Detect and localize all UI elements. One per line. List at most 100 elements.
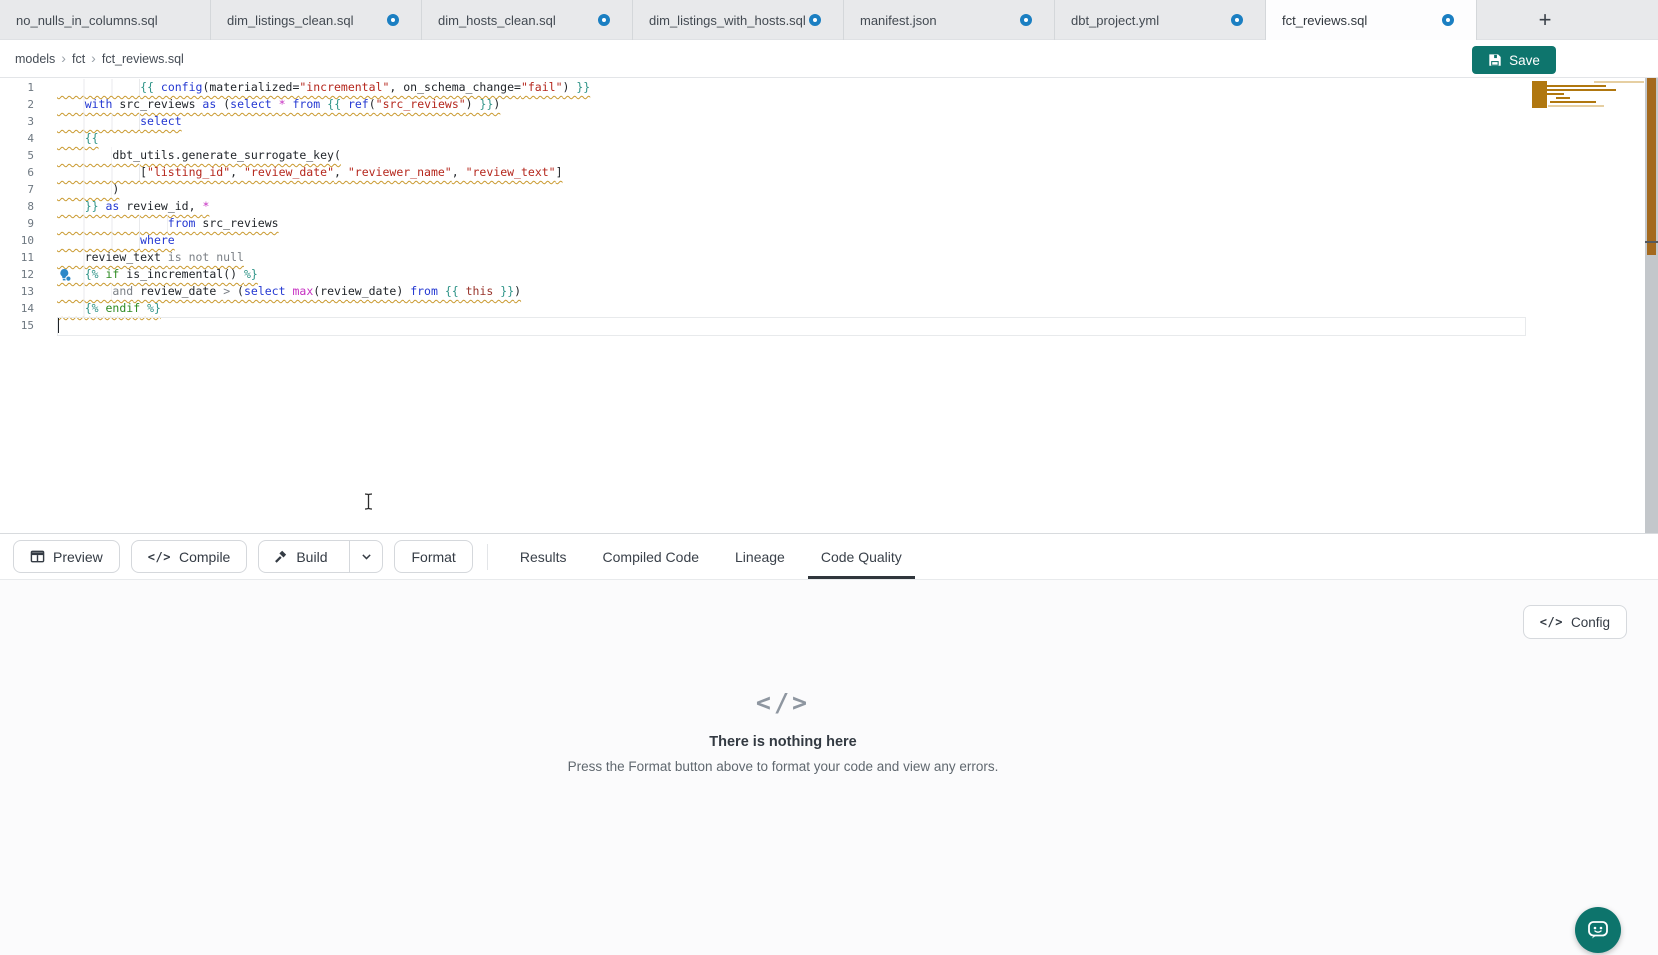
preview-button[interactable]: Preview <box>13 540 120 573</box>
line-number: 14 <box>0 300 34 317</box>
breadcrumb-chevron-icon: › <box>61 50 66 66</box>
unsaved-changes-dot <box>598 14 610 26</box>
minimap-code-row <box>1594 81 1644 83</box>
compile-button[interactable]: </> Compile <box>131 540 248 573</box>
code-editor[interactable]: 1 {{ config(materialized="incremental", … <box>0 78 1658 533</box>
code-line[interactable]: 11 review_text is not null <box>0 249 1658 266</box>
save-button[interactable]: Save <box>1472 46 1556 74</box>
results-tab-results[interactable]: Results <box>520 534 567 579</box>
plus-icon: + <box>1539 7 1552 33</box>
minimap-code-row <box>1556 97 1570 99</box>
code-quality-panel: </> Config </> There is nothing here Pre… <box>0 580 1658 955</box>
breadcrumb-item[interactable]: fct <box>72 52 85 66</box>
minimap[interactable] <box>1532 78 1645 114</box>
breadcrumb: models›fct›fct_reviews.sql <box>15 50 184 68</box>
line-number: 11 <box>0 249 34 266</box>
file-tab[interactable]: dim_listings_clean.sql <box>211 0 422 40</box>
lightbulb-action-icon[interactable] <box>58 268 72 282</box>
line-number: 5 <box>0 147 34 164</box>
results-tab-code-quality[interactable]: Code Quality <box>821 534 902 579</box>
code-content: ) <box>57 182 119 196</box>
code-line[interactable]: 2 with src_reviews as (select * from {{ … <box>0 96 1658 113</box>
compile-label: Compile <box>179 549 230 565</box>
line-number: 8 <box>0 198 34 215</box>
empty-state-subtitle: Press the Format button above to format … <box>0 759 1566 774</box>
code-text: select <box>57 113 182 130</box>
file-tab[interactable]: no_nulls_in_columns.sql <box>0 0 211 40</box>
code-content: with src_reviews as (select * from {{ re… <box>57 97 500 111</box>
format-button[interactable]: Format <box>394 540 472 573</box>
editor-scrollbar[interactable] <box>1645 78 1658 533</box>
code-content: select <box>57 114 182 128</box>
code-line[interactable]: 14 {% endif %} <box>0 300 1658 317</box>
line-number: 6 <box>0 164 34 181</box>
code-content: and review_date > (select max(review_dat… <box>57 284 521 298</box>
overview-ruler-warnings <box>1647 78 1656 255</box>
toolbar-divider <box>487 544 488 570</box>
code-line[interactable]: 7 ) <box>0 181 1658 198</box>
save-label: Save <box>1509 53 1540 68</box>
code-text: {{ <box>57 130 99 147</box>
minimap-code-row <box>1544 89 1616 91</box>
results-tab-lineage[interactable]: Lineage <box>735 534 785 579</box>
code-line[interactable]: 12 {% if is_incremental() %} <box>0 266 1658 283</box>
config-button[interactable]: </> Config <box>1523 605 1627 639</box>
line-number: 2 <box>0 96 34 113</box>
code-content: {{ config(materialized="incremental", on… <box>57 80 590 94</box>
chat-bubble-icon <box>1586 918 1610 942</box>
breadcrumb-bar: models›fct›fct_reviews.sql <box>0 40 1658 78</box>
code-line[interactable]: 6 ["listing_id", "review_date", "reviewe… <box>0 164 1658 181</box>
breadcrumb-item[interactable]: models <box>15 52 55 66</box>
code-line[interactable]: 5 dbt_utils.generate_surrogate_key( <box>0 147 1658 164</box>
file-tab[interactable]: dim_listings_with_hosts.sql <box>633 0 844 40</box>
tab-strip: no_nulls_in_columns.sql dim_listings_clea… <box>0 0 1477 39</box>
line-number: 15 <box>0 317 34 334</box>
build-button[interactable]: Build <box>259 541 341 572</box>
new-tab-button[interactable]: + <box>1524 0 1566 40</box>
save-floppy-icon <box>1488 53 1502 67</box>
file-tab-label: dbt_project.yml <box>1071 13 1159 28</box>
line-number: 1 <box>0 79 34 96</box>
code-text: }} as review_id, * <box>57 198 209 215</box>
code-line[interactable]: 8 }} as review_id, * <box>0 198 1658 215</box>
file-tab[interactable]: fct_reviews.sql <box>1266 0 1477 40</box>
file-tab-label: no_nulls_in_columns.sql <box>16 13 158 28</box>
overview-ruler-tick <box>1645 241 1658 243</box>
minimap-code-row <box>1540 85 1606 87</box>
code-content: from src_reviews <box>57 216 279 230</box>
code-text: where <box>57 232 175 249</box>
build-dropdown-button[interactable] <box>349 541 382 572</box>
table-icon <box>30 549 45 564</box>
empty-state-title: There is nothing here <box>0 734 1566 750</box>
code-content: where <box>57 233 175 247</box>
file-tab[interactable]: manifest.json <box>844 0 1055 40</box>
code-line[interactable]: 9 from src_reviews <box>0 215 1658 232</box>
code-content: {{ <box>57 131 99 145</box>
code-line[interactable]: 10 where <box>0 232 1658 249</box>
file-tab[interactable]: dbt_project.yml <box>1055 0 1266 40</box>
hammer-icon <box>273 549 288 564</box>
line-number: 13 <box>0 283 34 300</box>
preview-label: Preview <box>53 549 103 565</box>
code-text: ["listing_id", "review_date", "reviewer_… <box>57 164 563 181</box>
code-line[interactable]: 13 and review_date > (select max(review_… <box>0 283 1658 300</box>
code-line[interactable]: 3 select <box>0 113 1658 130</box>
file-tab[interactable]: dim_hosts_clean.sql <box>422 0 633 40</box>
chat-assistant-button[interactable] <box>1575 907 1621 953</box>
results-tab-compiled-code[interactable]: Compiled Code <box>603 534 700 579</box>
code-lines: 1 {{ config(materialized="incremental", … <box>0 78 1658 334</box>
line-number: 7 <box>0 181 34 198</box>
code-brackets-icon: </> <box>148 550 171 564</box>
line-number: 3 <box>0 113 34 130</box>
file-tab-label: dim_listings_with_hosts.sql <box>649 13 806 28</box>
text-caret <box>57 318 59 333</box>
code-content: dbt_utils.generate_surrogate_key( <box>57 148 341 162</box>
unsaved-changes-dot <box>1020 14 1032 26</box>
chevron-down-icon <box>360 550 373 563</box>
code-line[interactable]: 1 {{ config(materialized="incremental", … <box>0 79 1658 96</box>
file-tab-bar: no_nulls_in_columns.sql dim_listings_clea… <box>0 0 1658 40</box>
code-line[interactable]: 15 <box>0 317 1658 334</box>
breadcrumb-item[interactable]: fct_reviews.sql <box>102 52 184 66</box>
code-line[interactable]: 4 {{ <box>0 130 1658 147</box>
code-text: and review_date > (select max(review_dat… <box>57 283 521 300</box>
